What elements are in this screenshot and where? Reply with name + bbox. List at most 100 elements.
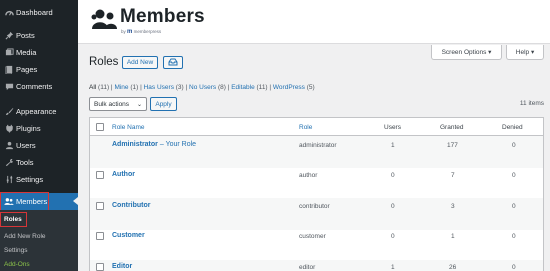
inbox-button[interactable] [163,56,183,69]
denied-count: 0 [512,233,516,240]
table-row: Author author 0 7 0 [90,168,543,198]
inbox-icon [168,58,178,68]
pages-icon [4,65,14,75]
role-name-cell[interactable]: Author [112,171,135,178]
members-logo-icon [90,8,118,32]
select-all-checkbox[interactable] [96,123,104,131]
row-checkbox[interactable] [96,232,104,240]
media-icon [4,48,14,58]
sidebar-item-label: Pages [16,65,38,74]
sidebar-item-tools[interactable]: Tools [0,154,78,171]
users-count: 0 [391,233,395,240]
logo-by: by [121,29,126,34]
col-role-name[interactable]: Role Name [112,124,145,131]
table-row: Contributor contributor 0 3 0 [90,198,543,230]
col-denied: Denied [502,124,523,131]
pin-icon [4,31,14,41]
sidebar-item-label: Comments [16,82,53,91]
col-users: Users [384,124,401,131]
dashboard-icon [4,8,14,18]
denied-count: 0 [512,172,516,179]
sidebar-item-label: Plugins [16,124,41,133]
roles-highlight-box [0,212,27,227]
page-title: Roles [89,56,119,68]
role-filters: All (11) | Mine (1) | Has Users (3) | No… [89,84,315,91]
col-role[interactable]: Role [299,124,312,131]
role-name-cell[interactable]: Contributor [112,202,151,209]
table-row: Customer customer 0 1 0 [90,230,543,260]
sidebar-item-label: Settings [16,175,44,184]
plugin-icon [4,124,14,134]
filter-editable[interactable]: Editable (11) [231,84,267,91]
col-granted: Granted [440,124,464,131]
sidebar-item-users[interactable]: Users [0,137,78,154]
granted-count: 7 [451,172,455,179]
granted-count: 26 [449,264,457,271]
screen-options-button[interactable]: Screen Options ▾ [431,45,502,60]
sidebar-item-label: Tools [16,158,34,167]
bulk-actions-select[interactable]: Bulk actions ⌄ [89,97,147,111]
users-count: 0 [391,172,395,179]
table-header: Role Name Role Users Granted Denied [90,118,543,136]
sidebar-item-plugins[interactable]: Plugins [0,120,78,137]
filter-has-users[interactable]: Has Users (3) [144,84,184,91]
user-icon [4,141,14,151]
granted-count: 177 [447,142,458,149]
row-checkbox[interactable] [96,171,104,179]
brush-icon [4,107,14,117]
sidebar-item-label: Media [16,48,37,57]
logo-text: Members [120,6,205,27]
filter-wordpress[interactable]: WordPress (5) [273,84,315,91]
plugin-header: Members by m memberpress [78,0,550,44]
denied-count: 0 [512,264,516,271]
sidebar-item-comments[interactable]: Comments [0,78,78,95]
sidebar-item-pages[interactable]: Pages [0,61,78,78]
apply-button[interactable]: Apply [150,97,177,111]
add-new-button[interactable]: Add New [122,56,158,69]
submenu-item-add-ons[interactable]: Add-Ons [4,261,30,268]
sidebar-item-posts[interactable]: Posts [0,27,78,44]
role-slug: editor [299,264,316,271]
filter-all[interactable]: All (11) [89,84,109,91]
granted-count: 1 [451,233,455,240]
sidebar-item-appearance[interactable]: Appearance [0,103,78,120]
logo-brand: memberpress [133,29,162,34]
settings-icon [4,175,14,185]
submenu-item-settings[interactable]: Settings [4,247,28,254]
sidebar-item-settings[interactable]: Settings [0,171,78,188]
table-row: Editor editor 1 26 0 [90,260,543,271]
admin-sidebar: Dashboard Posts Media Pages Comments App… [0,0,78,271]
table-row: Administrator – Your Role administrator … [90,136,543,168]
sidebar-item-label: Appearance [16,107,57,116]
role-slug: customer [299,233,326,240]
filter-no-users[interactable]: No Users (8) [189,84,226,91]
users-count: 1 [391,264,395,271]
role-name-cell[interactable]: Customer [112,232,145,239]
memberpress-m-icon: m [127,29,133,35]
wrench-icon [4,158,14,168]
items-count: 11 items [519,100,544,107]
filter-mine[interactable]: Mine (1) [114,84,138,91]
bulk-actions-value: Bulk actions [94,100,130,108]
granted-count: 3 [451,203,455,210]
members-highlight-box [0,192,49,211]
denied-count: 0 [512,203,516,210]
comment-icon [4,82,14,92]
sidebar-item-label: Posts [16,31,35,40]
help-button[interactable]: Help ▾ [506,45,544,60]
sidebar-item-media[interactable]: Media [0,44,78,61]
sidebar-item-dashboard[interactable]: Dashboard [0,4,78,21]
roles-table: Role Name Role Users Granted Denied Admi… [89,117,544,271]
role-slug: contributor [299,203,330,210]
denied-count: 0 [512,142,516,149]
role-slug: administrator [299,142,337,149]
users-count: 1 [391,142,395,149]
row-checkbox[interactable] [96,263,104,271]
users-count: 0 [391,203,395,210]
sidebar-item-label: Users [16,141,36,150]
role-slug: author [299,172,318,179]
role-name-cell[interactable]: Administrator – Your Role [112,141,196,148]
submenu-item-add-new-role[interactable]: Add New Role [4,233,46,240]
row-checkbox[interactable] [96,202,104,210]
role-name-cell[interactable]: Editor [112,263,132,270]
